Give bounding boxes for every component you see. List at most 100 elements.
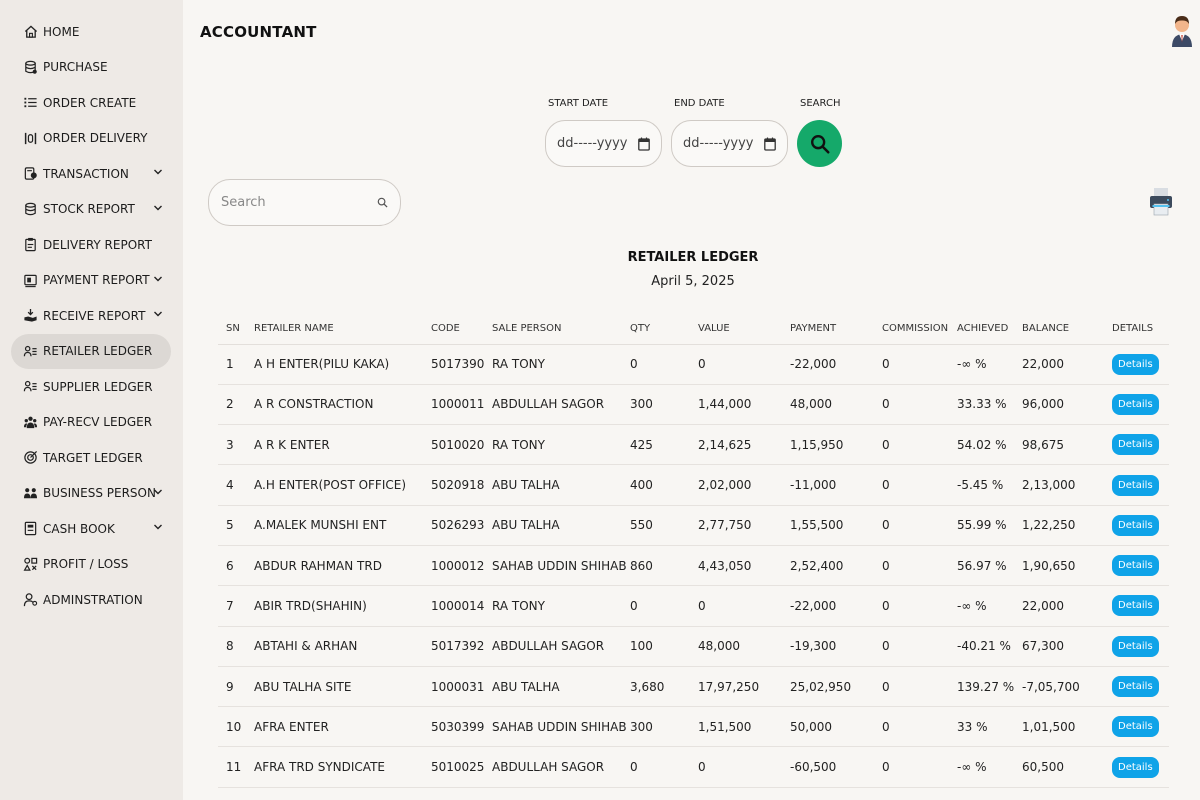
table-row: 9 ABU TALHA SITE 1000031 ABU TALHA 3,680 17,9…	[218, 666, 1169, 708]
sidebar-item-stock-report[interactable]: STOCK REPORT	[0, 192, 171, 228]
retailer-code-cell: 1000011	[431, 384, 492, 426]
clipboard-icon	[22, 237, 38, 253]
sidebar-item-receive-report[interactable]: RECEIVE REPORT	[0, 298, 171, 334]
start-date-input[interactable]: dd-----yyyy	[545, 120, 662, 167]
sidebar-item-target-ledger[interactable]: TARGET LEDGER	[0, 440, 171, 476]
sale-person-cell: RA TONY	[492, 585, 630, 627]
avatar[interactable]	[1170, 13, 1194, 47]
sidebar-item-label: PROFIT / LOSS	[43, 557, 129, 572]
search-icon	[810, 134, 830, 154]
header-details: DETAILS	[1112, 314, 1169, 345]
row-sn-cell: 8	[218, 626, 254, 667]
end-date-value: dd-----yyyy	[683, 136, 754, 151]
search-button[interactable]	[797, 120, 842, 167]
details-button[interactable]: Details	[1112, 756, 1159, 778]
retailer-name-cell: A R CONSTRACTION	[254, 384, 431, 426]
row-sn-cell: 1	[218, 344, 254, 385]
shapes-icon	[22, 556, 38, 572]
end-date-input[interactable]: dd-----yyyy	[671, 120, 788, 167]
chevron-down-icon[interactable]	[153, 274, 163, 284]
details-button[interactable]: Details	[1112, 434, 1159, 456]
retailer-code-cell: 5010020	[431, 424, 492, 466]
retailer-code-cell: 1000012	[431, 545, 492, 587]
header-retailer-name: RETAILER NAME	[254, 314, 431, 345]
details-button[interactable]: Details	[1112, 353, 1159, 375]
balance-cell: -7,05,700	[1022, 666, 1112, 708]
commission-cell: 0	[882, 505, 957, 546]
sidebar-item-home[interactable]: HOME	[0, 14, 171, 50]
print-button[interactable]	[1149, 187, 1173, 217]
chevron-down-icon[interactable]	[153, 203, 163, 213]
chevron-down-icon[interactable]	[153, 487, 163, 497]
retailer-name-cell: ABDUR RAHMAN TRD	[254, 545, 431, 587]
sidebar-item-purchase[interactable]: PURCHASE	[0, 50, 171, 86]
sidebar-item-pay-recv-ledger[interactable]: PAY-RECV LEDGER	[0, 405, 171, 441]
qty-cell: 3,680	[630, 666, 698, 708]
sidebar-item-business-person[interactable]: BUSINESS PERSON	[0, 476, 171, 512]
table-search-input[interactable]: Search	[208, 179, 401, 226]
retailer-name-cell: ABIR TRD(SHAHIN)	[254, 585, 431, 627]
balance-cell: 67,300	[1022, 626, 1112, 667]
details-cell: Details	[1112, 545, 1169, 587]
details-button[interactable]: Details	[1112, 514, 1159, 536]
details-button[interactable]: Details	[1112, 474, 1159, 496]
row-sn-cell: 11	[218, 746, 254, 788]
commission-cell: 0	[882, 585, 957, 627]
sidebar-item-order-delivery[interactable]: ORDER DELIVERY	[0, 121, 171, 157]
calendar-icon[interactable]	[638, 137, 650, 151]
sidebar-item-label: RECEIVE REPORT	[43, 308, 146, 323]
start-date-label: START DATE	[548, 98, 609, 109]
sale-person-cell: RA TONY	[492, 344, 630, 385]
sidebar-item-label: TARGET LEDGER	[43, 450, 143, 465]
details-button[interactable]: Details	[1112, 595, 1159, 617]
sidebar-item-payment-report[interactable]: PAYMENT REPORT	[0, 263, 171, 299]
table-header-row: SN RETAILER NAME CODE SALE PERSON QTY VA…	[218, 314, 1169, 345]
sidebar-item-order-create[interactable]: ORDER CREATE	[0, 85, 171, 121]
details-cell: Details	[1112, 666, 1169, 708]
row-sn-cell: 10	[218, 706, 254, 748]
achieved-cell: -40.21 %	[957, 626, 1022, 667]
header-sn: SN	[218, 314, 254, 345]
chevron-down-icon[interactable]	[153, 309, 163, 319]
table-row: 1A H ENTER(PILU KAKA) 5017390 RA TONY 0 0 -22…	[218, 344, 1169, 385]
details-button[interactable]: Details	[1112, 676, 1159, 698]
report-title: RETAILER LEDGER	[627, 250, 759, 265]
details-button[interactable]: Details	[1112, 555, 1159, 577]
sidebar-item-retailer-ledger[interactable]: RETAILER LEDGER	[11, 333, 171, 369]
payment-cell: 25,02,950	[790, 666, 882, 708]
details-cell: Details	[1112, 626, 1169, 667]
commission-cell: 0	[882, 545, 957, 587]
sidebar-item-label: SUPPLIER LEDGER	[43, 379, 153, 394]
header-value: VALUE	[698, 314, 790, 345]
sidebar-item-delivery-report[interactable]: DELIVERY REPORT	[0, 227, 171, 263]
sidebar-item-supplier-ledger[interactable]: SUPPLIER LEDGER	[0, 369, 171, 405]
sale-person-cell: SAHAB UDDIN SHIHAB	[492, 545, 630, 587]
table-row: 3A R K ENTER 5010020 RA TONY 425 2,14,625 1,1…	[218, 424, 1169, 466]
payment-cell: 2,52,400	[790, 545, 882, 587]
details-button[interactable]: Details	[1112, 393, 1159, 415]
achieved-cell: -∞ %	[957, 585, 1022, 627]
value-cell: 2,14,625	[698, 424, 790, 466]
details-button[interactable]: Details	[1112, 716, 1159, 738]
value-cell: 2,77,750	[698, 505, 790, 546]
balance-cell: 1,90,650	[1022, 545, 1112, 587]
sidebar-item-cash-book[interactable]: CASH BOOK	[0, 511, 171, 547]
sidebar-item-transaction[interactable]: TRANSACTION	[0, 156, 171, 192]
table-body: 1A H ENTER(PILU KAKA) 5017390 RA TONY 0 0 -22…	[218, 344, 1169, 788]
details-button[interactable]: Details	[1112, 635, 1159, 657]
payment-cell: 1,15,950	[790, 424, 882, 466]
achieved-cell: -∞ %	[957, 344, 1022, 385]
commission-cell: 0	[882, 666, 957, 708]
balance-cell: 22,000	[1022, 585, 1112, 627]
balance-cell: 98,675	[1022, 424, 1112, 466]
calendar-icon[interactable]	[764, 137, 776, 151]
chevron-down-icon[interactable]	[153, 167, 163, 177]
table-row: 6 ABDUR RAHMAN TRD 1000012 SAHAB UDDIN SHIH…	[218, 545, 1169, 587]
chevron-down-icon[interactable]	[153, 522, 163, 532]
header-qty: QTY	[630, 314, 698, 345]
sidebar-item-profit-loss[interactable]: PROFIT / LOSS	[0, 547, 171, 583]
sidebar-item-adminstration[interactable]: ADMINSTRATION	[0, 582, 171, 618]
database-icon	[22, 59, 38, 75]
qty-cell: 300	[630, 706, 698, 748]
sidebar-item-label: ORDER DELIVERY	[43, 131, 148, 146]
